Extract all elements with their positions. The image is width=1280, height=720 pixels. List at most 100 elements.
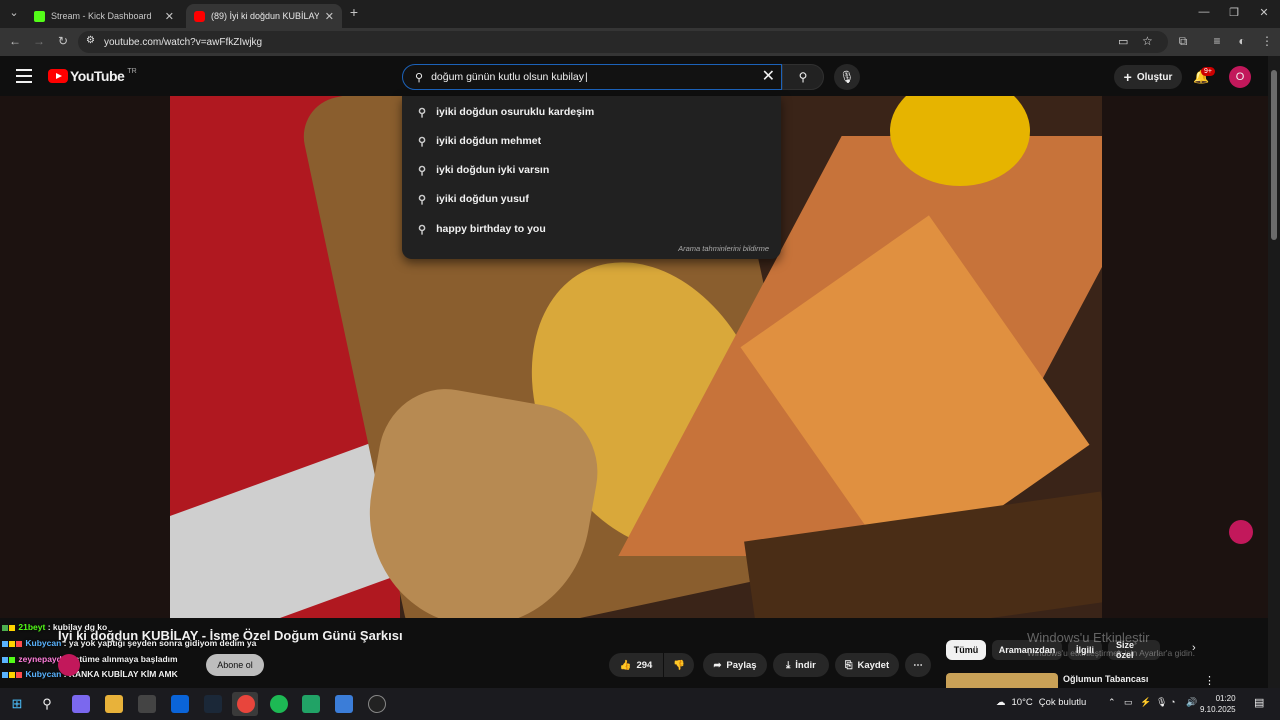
new-tab-button[interactable]: + — [344, 4, 364, 20]
suggestion-item[interactable]: ⚲ iyiki doğdun osuruklu kardeşim — [402, 98, 781, 126]
tab-youtube-video[interactable]: (89) İyi ki doğdun KUBİLAY - İs ✕ — [186, 4, 342, 28]
suggestion-item[interactable]: ⚲ iyiki doğdun yusuf — [402, 185, 781, 213]
spotify-icon[interactable] — [270, 695, 288, 713]
thumbs-down-icon: 👎 — [673, 659, 685, 671]
plus-icon: + — [1123, 69, 1132, 85]
close-tab-icon[interactable]: ✕ — [325, 10, 334, 23]
extensions-icon[interactable]: ⧉ — [1174, 34, 1192, 49]
search-value: doğum günün kutlu olsun kubilay — [431, 71, 584, 83]
store-icon[interactable] — [138, 695, 156, 713]
tray-chevron-icon[interactable]: ⌃ — [1108, 697, 1116, 708]
scrollbar-thumb[interactable] — [1271, 70, 1277, 240]
search-input[interactable]: ⚲ doğum günün kutlu olsun kubilay | ✕ — [402, 64, 782, 90]
tray-volume-icon[interactable]: 🔊 — [1186, 697, 1197, 708]
outlook-icon[interactable] — [171, 695, 189, 713]
url-text: youtube.com/watch?v=awFfkZIwjkg — [104, 36, 263, 48]
recommendation-thumbnail[interactable] — [946, 673, 1058, 688]
voice-search-button[interactable]: 🎙 — [834, 64, 860, 90]
suggestion-text: iyiki doğdun yusuf — [436, 193, 529, 205]
chat-text: : KANKA KUBİLAY KİM AMK — [63, 669, 178, 679]
suggestion-item[interactable]: ⚲ iyiki doğdun mehmet — [402, 127, 781, 155]
tray-wifi-icon[interactable]: ◔ — [1170, 697, 1175, 707]
windows-start-icon[interactable]: ⊞ — [8, 695, 26, 713]
save-button[interactable]: ⎘ Kaydet — [835, 653, 899, 677]
weather-widget[interactable]: ☁ 10°C Çok bulutlu — [996, 697, 1086, 708]
report-predictions-link[interactable]: Arama tahminlerini bildirme — [678, 244, 769, 253]
restore-icon[interactable]: ❐ — [1224, 6, 1244, 19]
chat-badge-icon — [2, 656, 8, 663]
share-button[interactable]: ➦ Paylaş — [703, 653, 767, 677]
chat-user: Kubycan — [25, 638, 62, 648]
more-vert-icon[interactable]: ⋮ — [1204, 674, 1215, 687]
suggestion-item[interactable]: ⚲ iyki doğdun iyki varsın — [402, 156, 781, 184]
close-tab-icon[interactable]: ✕ — [165, 10, 174, 23]
avatar[interactable]: O — [1229, 66, 1251, 88]
file-explorer-icon[interactable] — [105, 695, 123, 713]
share-label: Paylaş — [726, 659, 757, 671]
guide-menu-icon[interactable] — [16, 69, 32, 83]
chat-message: Kubycan : KANKA KUBİLAY KİM AMK — [2, 669, 178, 679]
taskbar-clock[interactable]: 01:20 9.10.2025 — [1200, 693, 1236, 715]
clock-date: 9.10.2025 — [1200, 705, 1236, 714]
country-code: TR — [127, 67, 137, 75]
chat-message: zeynepayd : üstüme alınmaya başladım — [2, 654, 178, 664]
search-icon[interactable]: ⚲ — [38, 695, 56, 713]
windows-activation-title: Windows'u Etkinleştir — [1027, 630, 1150, 645]
close-window-icon[interactable]: ✕ — [1254, 6, 1274, 19]
back-icon[interactable]: ← — [6, 34, 24, 48]
minimize-icon[interactable]: — — [1194, 6, 1214, 18]
profile-icon[interactable]: ◐ — [1233, 34, 1251, 48]
chat-user: Kubycan — [25, 669, 62, 679]
save-label: Kaydet — [857, 659, 890, 671]
player-letterbox-left — [0, 96, 170, 618]
chat-badge-icon — [9, 671, 15, 678]
reload-icon[interactable]: ↻ — [54, 34, 72, 48]
tab-search-icon[interactable]: ⌄ — [4, 6, 24, 19]
search-icon: ⚲ — [418, 164, 427, 177]
tray-usb-icon[interactable]: ⚡ — [1140, 697, 1151, 708]
suggestion-item[interactable]: ⚲ happy birthday to you — [402, 215, 781, 243]
dislike-button[interactable]: 👎 — [664, 653, 694, 677]
recommendation-title[interactable]: Oğlumun Tabancası — [1063, 674, 1148, 684]
youtube-logo[interactable]: YouTube TR — [48, 68, 137, 84]
channel-avatar[interactable] — [58, 654, 80, 676]
tab-kick-dashboard[interactable]: Stream - Kick Dashboard ✕ — [26, 4, 182, 28]
suggestion-text: iyki doğdun iyki varsın — [436, 164, 550, 176]
chat-badge-icon — [9, 624, 15, 631]
notification-center-icon[interactable]: ▤ — [1254, 696, 1264, 709]
address-bar[interactable]: ⚙ youtube.com/watch?v=awFfkZIwjkg ▭ ☆ — [78, 31, 1168, 53]
browser-toolbar: ← → ↻ ⚙ youtube.com/watch?v=awFfkZIwjkg … — [0, 28, 1280, 56]
obs-icon[interactable] — [368, 695, 386, 713]
tray-network-icon[interactable]: ▭ — [1124, 697, 1133, 708]
suggestion-text: iyiki doğdun osuruklu kardeşim — [436, 106, 595, 118]
browser-tab-strip: ⌄ Stream - Kick Dashboard ✕ (89) İyi ki … — [0, 0, 1280, 28]
bookmark-star-icon[interactable]: ☆ — [1142, 34, 1153, 48]
cast-icon[interactable]: ▭ — [1118, 35, 1128, 48]
download-button[interactable]: ⤓ İndir — [773, 653, 829, 677]
site-info-icon[interactable]: ⚙ — [86, 35, 95, 46]
create-button[interactable]: + Oluştur — [1114, 65, 1182, 89]
copilot-icon[interactable] — [72, 695, 90, 713]
floating-pip-icon[interactable] — [1229, 520, 1253, 544]
subscribe-button[interactable]: Abone ol — [206, 654, 264, 676]
menu-icon[interactable]: ⋮ — [1258, 34, 1276, 48]
chat-badge-icon — [16, 671, 22, 678]
more-actions-button[interactable]: ⋯ — [905, 653, 931, 677]
chat-text: : kubilay dg ko — [47, 622, 108, 632]
steam-icon[interactable] — [204, 695, 222, 713]
search-button[interactable]: ⚲ — [782, 64, 824, 90]
more-icon: ⋯ — [913, 659, 923, 671]
notification-badge: 9+ — [1201, 67, 1215, 76]
clear-search-icon[interactable]: ✕ — [762, 68, 775, 86]
like-button[interactable]: 👍 294 — [609, 653, 663, 677]
media-control-icon[interactable]: ≡ — [1208, 34, 1226, 48]
app-icon[interactable] — [335, 695, 353, 713]
tab-label: Stream - Kick Dashboard — [51, 11, 152, 21]
weather-text: Çok bulutlu — [1038, 697, 1087, 708]
forward-icon[interactable]: → — [30, 34, 48, 48]
spreadsheet-icon[interactable] — [302, 695, 320, 713]
temperature: 10°C — [1011, 697, 1033, 708]
tray-mic-icon[interactable]: 🎙 — [1156, 697, 1167, 708]
page-scrollbar[interactable] — [1268, 56, 1280, 688]
filter-chip-all[interactable]: Tümü — [946, 640, 986, 660]
